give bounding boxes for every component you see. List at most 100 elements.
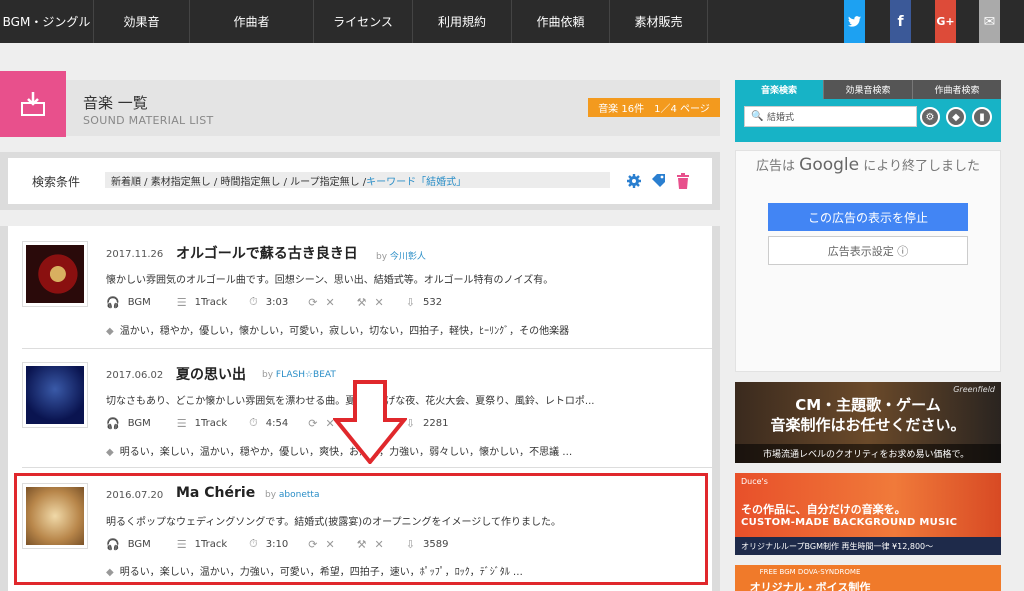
item-meta: 🎧BGM ☰1Track ⏱4:54 ⟳✕ ⚒✕ ⇩2281 bbox=[106, 416, 462, 430]
ad-settings-button[interactable]: 広告表示設定 ⓘ bbox=[768, 236, 968, 265]
banner-line2: CUSTOM-MADE BACKGROUND MUSIC bbox=[741, 517, 958, 528]
gear-icon[interactable] bbox=[626, 173, 642, 189]
tab-music-search[interactable]: 音楽検索 bbox=[735, 80, 823, 99]
tools-icon: ⚒ bbox=[356, 295, 367, 309]
download-box-icon bbox=[21, 92, 45, 116]
highlight-box bbox=[14, 473, 708, 585]
page-title: 音楽 一覧 bbox=[83, 94, 148, 112]
headphones-icon: 🎧 bbox=[106, 416, 120, 430]
search-input[interactable]: 🔍 結婚式 bbox=[744, 106, 917, 127]
nav-sound-effects[interactable]: 効果音 bbox=[94, 0, 190, 43]
item-author: by FLASH☆BEAT bbox=[262, 370, 336, 380]
top-nav: BGM・ジングル 効果音 作曲者 ライセンス 利用規約 作曲依頼 素材販売 bbox=[0, 0, 1024, 43]
tag-icon: ◆ bbox=[952, 111, 960, 123]
condition-filters: 新着順 / 素材指定無し / 時間指定無し / ループ指定無し / bbox=[111, 176, 367, 188]
item-tag-list: 温かい，穏やか，優しい，懐かしい，可愛い，寂しい，切ない，四拍子，軽快，ﾋｰﾘﾝ… bbox=[119, 326, 570, 337]
search-condition-text: 新着順 / 素材指定無し / 時間指定無し / ループ指定無し / キーワード「… bbox=[105, 172, 610, 188]
settings-button[interactable]: ⚙ bbox=[920, 107, 940, 127]
banner-brand: Duce's bbox=[741, 477, 768, 486]
search-icon: 🔍 bbox=[751, 111, 764, 122]
tab-sound-effect-search[interactable]: 効果音検索 bbox=[823, 80, 912, 99]
ad-text-pre: 広告は bbox=[756, 159, 800, 174]
nav-license[interactable]: ライセンス bbox=[314, 0, 413, 43]
ad-text-post: により終了しました bbox=[859, 159, 980, 174]
item-meta: 🎧 BGM ☰ 1Track ⏱ 3:03 ⟳ ✕ ⚒ ✕ ⇩ 532 bbox=[106, 295, 456, 309]
download-icon: ⇩ bbox=[405, 416, 415, 430]
mail-icon[interactable]: ✉ bbox=[979, 0, 1000, 43]
item-divider bbox=[22, 467, 712, 468]
item-title[interactable]: 夏の思い出 bbox=[176, 364, 246, 384]
twitter-icon[interactable] bbox=[844, 0, 865, 43]
facebook-icon[interactable]: f bbox=[890, 0, 911, 43]
author-link[interactable]: 今川彰人 bbox=[390, 252, 426, 262]
item-by-label: by bbox=[376, 252, 388, 262]
banner-line1: その作品に、自分だけの音楽を。 bbox=[741, 503, 906, 516]
result-count-badge: 音楽 16件 1／4 ページ bbox=[588, 98, 720, 117]
item-author: by 今川彰人 bbox=[376, 249, 426, 262]
banner-brand: Greenfield bbox=[953, 385, 995, 394]
clear-button[interactable]: ▮ bbox=[972, 107, 992, 127]
banner-line2: 音楽制作はお任せください。 bbox=[770, 416, 966, 434]
banner-line1: CM・主題歌・ゲーム bbox=[795, 396, 941, 414]
nav-material-sales[interactable]: 素材販売 bbox=[610, 0, 708, 43]
google-plus-icon[interactable]: G+ bbox=[935, 0, 956, 43]
item-title[interactable]: オルゴールで蘇る古き良き日 bbox=[176, 243, 358, 263]
down-arrow-icon bbox=[333, 380, 407, 464]
tab-composer-search[interactable]: 作曲者検索 bbox=[912, 80, 1001, 99]
tag-icon[interactable] bbox=[651, 173, 667, 189]
banner-line3: 市場流通レベルのクオリティをお求め易い価格で。 bbox=[735, 444, 1001, 463]
banner-voice-production[interactable]: FREE BGM DOVA-SYNDROME オリジナル・ボイス制作 bbox=[735, 565, 1001, 591]
author-link[interactable]: FLASH☆BEAT bbox=[276, 370, 336, 380]
item-date: 2017.11.26 bbox=[106, 249, 164, 260]
item-divider bbox=[22, 348, 712, 349]
trash-icon: ▮ bbox=[979, 111, 985, 123]
item-downloads: 532 bbox=[422, 296, 443, 308]
loop-icon: ⟳ bbox=[308, 416, 318, 430]
nav-bgm[interactable]: BGM・ジングル bbox=[0, 0, 94, 43]
item-thumbnail[interactable] bbox=[22, 241, 88, 307]
banner-line2: オリジナル・ボイス制作 bbox=[749, 581, 871, 591]
nav-commission[interactable]: 作曲依頼 bbox=[512, 0, 610, 43]
sidebar-search-panel: 音楽検索 効果音検索 作曲者検索 🔍 結婚式 ⚙ ◆ ▮ bbox=[735, 80, 1001, 142]
tag-filter-button[interactable]: ◆ bbox=[946, 107, 966, 127]
list-icon: ☰ bbox=[176, 416, 187, 430]
item-length: 4:54 bbox=[265, 417, 289, 429]
item-genre: BGM bbox=[127, 296, 151, 308]
item-date: 2017.06.02 bbox=[106, 370, 164, 381]
item-by-label: by bbox=[262, 370, 274, 380]
timer-icon: ⏱ bbox=[249, 295, 258, 308]
gear-icon: ⚙ bbox=[925, 111, 935, 123]
banner-line3: オリジナルループBGM制作 再生時間一律 ¥12,800～ bbox=[735, 537, 1001, 555]
item-tracks: 1Track bbox=[194, 296, 228, 308]
nav-composers[interactable]: 作曲者 bbox=[190, 0, 314, 43]
tag-icon: ◆ bbox=[106, 447, 114, 458]
condition-keyword: キーワード「結婚式」 bbox=[366, 176, 467, 188]
item-downloads: 2281 bbox=[422, 417, 449, 429]
search-input-value: 結婚式 bbox=[767, 113, 795, 123]
headphones-icon: 🎧 bbox=[106, 295, 120, 309]
timer-icon: ⏱ bbox=[249, 416, 258, 429]
list-icon: ☰ bbox=[176, 295, 187, 309]
item-length: 3:03 bbox=[265, 296, 289, 308]
stop-ad-button[interactable]: この広告の表示を停止 bbox=[768, 203, 968, 231]
cross-icon: ✕ bbox=[374, 295, 384, 309]
ad-closed-message: 広告は Google により終了しました bbox=[745, 156, 991, 176]
condition-actions bbox=[626, 173, 690, 189]
item-genre: BGM bbox=[127, 417, 151, 429]
loop-icon: ⟳ bbox=[308, 295, 318, 309]
banner-line1: FREE BGM DOVA-SYNDROME bbox=[759, 568, 861, 576]
banner-music-production[interactable]: Greenfield CM・主題歌・ゲーム 音楽制作はお任せください。 市場流通… bbox=[735, 382, 1001, 463]
search-condition-label: 検索条件 bbox=[32, 175, 81, 189]
item-description: 懐かしい雰囲気のオルゴール曲です。回想シーン、思い出、結婚式等。オルゴール特有の… bbox=[106, 275, 554, 286]
ad-brand: Google bbox=[799, 155, 860, 175]
item-tags: ◆ 温かい，穏やか，優しい，懐かしい，可愛い，寂しい，切ない，四拍子，軽快，ﾋｰﾘ… bbox=[106, 322, 569, 337]
banner-custom-bgm[interactable]: Duce's その作品に、自分だけの音楽を。 CUSTOM-MADE BACKG… bbox=[735, 473, 1001, 555]
download-icon: ⇩ bbox=[405, 295, 415, 309]
item-thumbnail[interactable] bbox=[22, 362, 88, 428]
trash-icon[interactable] bbox=[676, 173, 690, 189]
cross-icon: ✕ bbox=[325, 295, 335, 309]
page-subtitle: SOUND MATERIAL LIST bbox=[83, 114, 214, 127]
nav-terms[interactable]: 利用規約 bbox=[413, 0, 512, 43]
tag-icon: ◆ bbox=[106, 326, 114, 337]
item-tracks: 1Track bbox=[194, 417, 228, 429]
